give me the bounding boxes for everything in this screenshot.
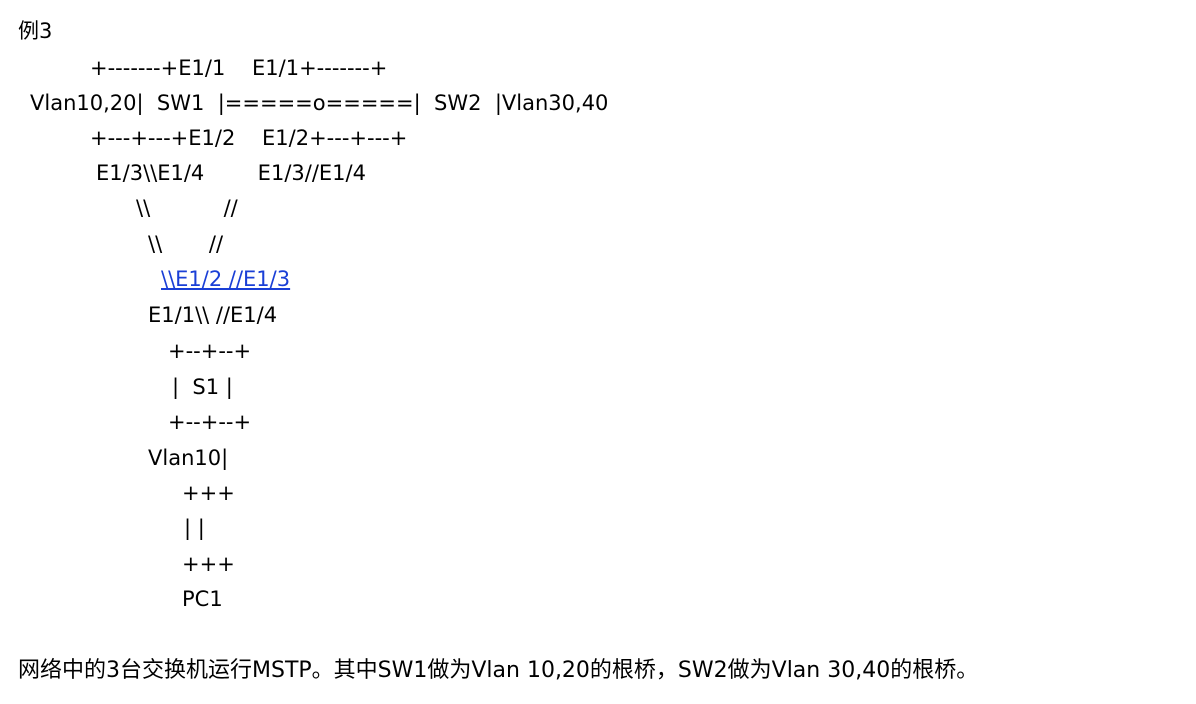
diagram-line-1: +-------+E1/1 E1/1+-------+ (90, 56, 388, 80)
diagram-line-16: PC1 (182, 587, 223, 611)
diagram-line-8: E1/1\\ //E1/4 (148, 303, 278, 327)
diagram-line-3: +---+---+E1/2 E1/2+---+---+ (90, 126, 408, 150)
diagram-line-11: +--+--+ (168, 410, 252, 434)
diagram-line-14: | | (184, 516, 205, 540)
diagram-line-15: +++ (182, 552, 235, 576)
description-text: 网络中的3台交换机运行MSTP。其中SW1做为Vlan 10,20的根桥，SW2… (18, 658, 979, 683)
diagram-line-2: Vlan10,20| SW1 |=====o=====| SW2 |Vlan30… (30, 91, 609, 115)
diagram-line-10: | S1 | (172, 375, 233, 399)
diagram-line-9: +--+--+ (168, 339, 252, 363)
diagram-line-4: E1/3\\E1/4 E1/3//E1/4 (96, 161, 366, 185)
diagram-line-5: \\ // (136, 196, 238, 220)
diagram-line-6: \\ // (148, 232, 224, 256)
example-title: 例3 (18, 19, 53, 43)
diagram-line-12: Vlan10| (148, 446, 229, 470)
diagram-line-13: +++ (182, 481, 235, 505)
diagram-link-line[interactable]: \\E1/2 //E1/3 (161, 265, 290, 293)
